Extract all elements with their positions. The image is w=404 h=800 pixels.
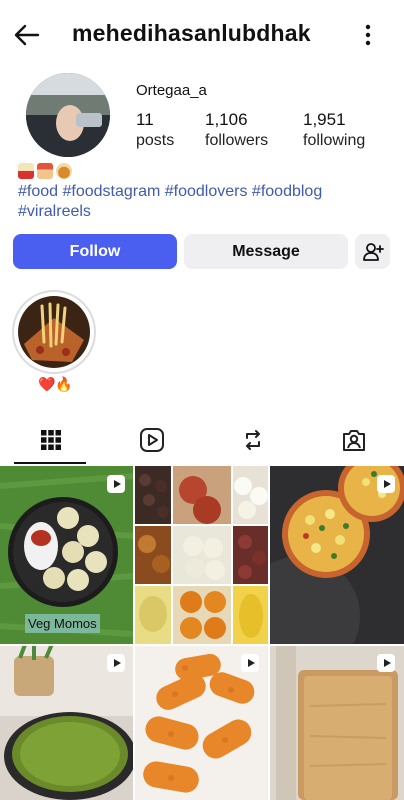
top-bar: mehedihasanlubdhak — [0, 0, 404, 68]
grid-post-1[interactable]: Veg Momos — [0, 466, 133, 644]
popcorn-icon — [18, 163, 34, 179]
posts-grid: Veg Momos — [0, 466, 404, 800]
cake-icon — [37, 163, 53, 179]
profile-avatar[interactable] — [26, 73, 110, 157]
grid-icon — [40, 430, 61, 450]
reel-badge-icon — [377, 654, 395, 672]
person-plus-icon — [362, 242, 384, 261]
profile-tabs — [0, 416, 404, 464]
active-tab-indicator — [14, 462, 86, 464]
post-thumbnail — [135, 466, 268, 644]
highlight-label: ❤️🔥 — [38, 376, 73, 392]
tab-tagged[interactable] — [303, 416, 404, 464]
pancakes-icon — [56, 163, 72, 179]
posts-stat[interactable]: 11 posts — [136, 110, 174, 152]
reels-icon — [139, 428, 164, 452]
followers-count: 1,106 — [205, 110, 248, 129]
reel-badge-icon — [107, 654, 125, 672]
bio-hashtags[interactable]: #food #foodstagram #foodlovers #foodblog… — [18, 182, 388, 222]
repost-icon — [245, 430, 260, 450]
more-options-button[interactable] — [356, 22, 380, 48]
highlight-cover — [18, 296, 90, 368]
tab-posts[interactable] — [0, 416, 101, 464]
post-caption: Veg Momos — [25, 614, 100, 633]
grid-post-6[interactable] — [270, 646, 404, 800]
reel-badge-icon — [107, 475, 125, 493]
suggest-users-button[interactable] — [355, 234, 390, 269]
followers-stat[interactable]: 1,106 followers — [205, 110, 268, 152]
follow-button[interactable]: Follow — [13, 234, 177, 269]
vertical-dots-icon — [365, 24, 371, 46]
following-stat[interactable]: 1,951 following — [303, 110, 365, 152]
avatar-image — [26, 73, 110, 157]
tab-reels[interactable] — [101, 416, 202, 464]
back-button[interactable] — [12, 20, 42, 50]
following-label: following — [303, 132, 366, 149]
grid-post-4[interactable] — [0, 646, 133, 800]
tagged-person-icon — [342, 430, 365, 451]
tab-reposts[interactable] — [202, 416, 303, 464]
following-count: 1,951 — [303, 110, 346, 129]
grid-post-3[interactable] — [270, 466, 404, 644]
story-highlight[interactable] — [12, 290, 96, 374]
reel-badge-icon — [241, 654, 259, 672]
bio-emojis — [18, 163, 72, 181]
followers-label: followers — [205, 132, 269, 149]
posts-label: posts — [136, 132, 175, 149]
profile-username: mehedihasanlubdhak — [72, 20, 311, 46]
posts-count: 11 — [136, 110, 154, 129]
message-button[interactable]: Message — [184, 234, 348, 269]
grid-post-2[interactable] — [135, 466, 268, 644]
arrow-left-icon — [14, 24, 40, 46]
display-name: Ortegaa_a — [136, 82, 207, 99]
reel-badge-icon — [377, 475, 395, 493]
grid-post-5[interactable] — [135, 646, 268, 800]
